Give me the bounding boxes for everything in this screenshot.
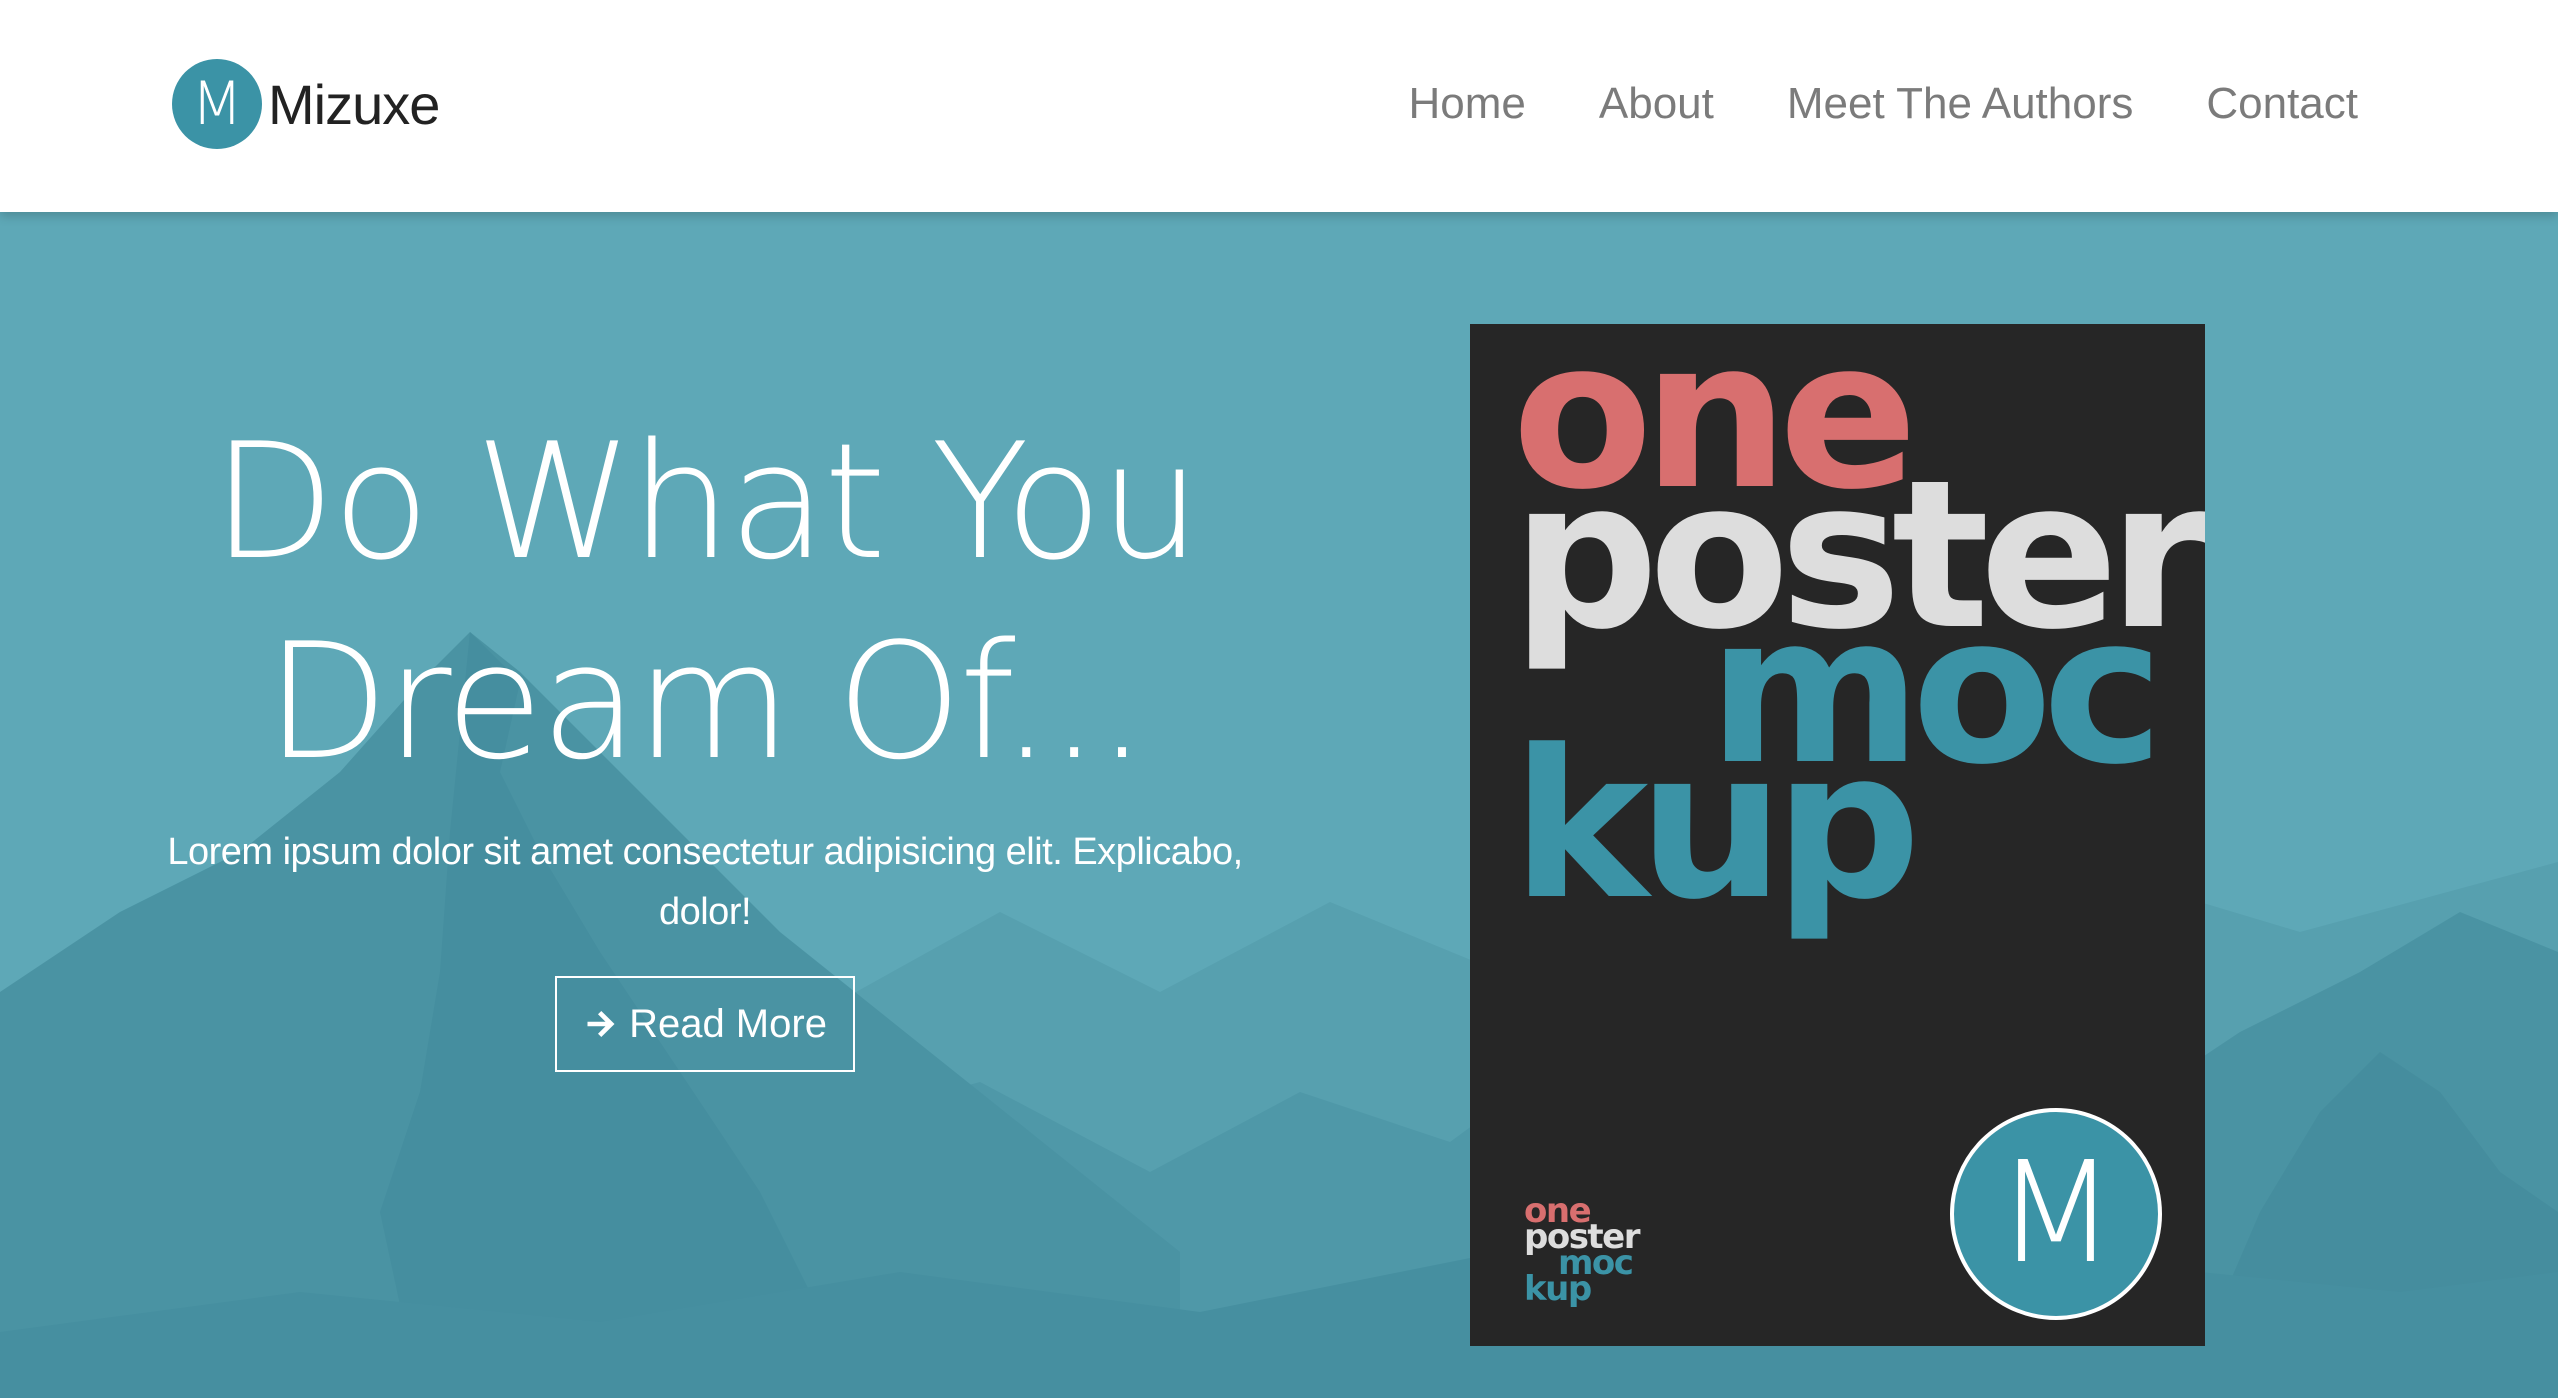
- navbar: M Mizuxe Home About Meet The Authors Con…: [0, 0, 2558, 212]
- arrow-right-icon: [587, 1010, 615, 1038]
- nav-links: Home About Meet The Authors Contact: [1336, 72, 2359, 136]
- poster-word-kup: kup: [1512, 707, 1921, 945]
- brand-logo-icon: M: [172, 59, 262, 149]
- poster-small-word-kup: kup: [1524, 1269, 1592, 1309]
- hero-title-line-1: Do What You: [212, 408, 1201, 595]
- read-more-label: Read More: [629, 1001, 827, 1046]
- brand-logo-link[interactable]: M Mizuxe: [172, 58, 440, 150]
- read-more-button[interactable]: Read More: [555, 976, 855, 1072]
- hero-title-line-2: Dream Of...: [265, 608, 1148, 795]
- hero-content: Do What You Dream Of... Lorem ipsum dolo…: [150, 402, 1260, 1072]
- hero-section: Do What You Dream Of... Lorem ipsum dolo…: [0, 212, 2558, 1398]
- nav-link-meet-the-authors[interactable]: Meet The Authors: [1787, 72, 2134, 136]
- nav-link-home[interactable]: Home: [1409, 72, 1526, 136]
- poster-image: one poster moc kup one poster moc kup M: [1470, 324, 2205, 1346]
- brand-name: Mizuxe: [268, 72, 440, 136]
- nav-link-about[interactable]: About: [1599, 72, 1714, 136]
- hero-title: Do What You Dream Of...: [150, 402, 1260, 802]
- poster-logo-icon: M: [1950, 1108, 2162, 1320]
- nav-link-contact[interactable]: Contact: [2206, 72, 2358, 136]
- hero-text: Lorem ipsum dolor sit amet consectetur a…: [167, 831, 1243, 933]
